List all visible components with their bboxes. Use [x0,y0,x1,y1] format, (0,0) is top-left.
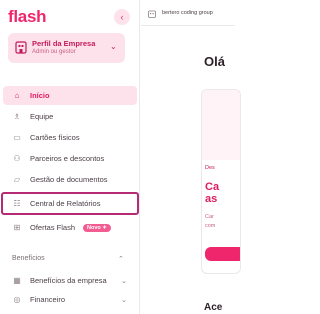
sidebar-item-cartoes-fisicos[interactable]: ▭ Cartões físicos [3,128,137,147]
topbar: bertero coding group [141,0,235,26]
offers-icon: ⊞ [13,223,21,232]
sidebar-item-label: Benefícios da empresa [30,276,107,285]
sidebar-item-label: Cartões físicos [30,133,80,142]
reports-icon: ☷ [13,199,21,208]
chevron-down-icon: ⌄ [110,42,117,51]
section-label-beneficios: Benefícios [12,255,45,262]
card-illustration: ▣ [202,89,240,160]
benefits-icon: ▦ [13,276,21,285]
sidebar-item-gestao-documentos[interactable]: ▱ Gestão de documentos [3,170,137,189]
sidebar-item-parceiros[interactable]: ⚇ Parceiros e descontos [3,149,137,168]
sidebar-item-label: Parceiros e descontos [30,154,105,163]
sidebar-item-beneficios-empresa[interactable]: ▦ Benefícios da empresa ⌄ [3,271,137,290]
sidebar-item-ofertas-flash[interactable]: ⊞ Ofertas Flash Novo ✦ [3,218,137,237]
greeting-title: Olá [204,54,225,69]
profile-title: Perfil da Empresa [32,39,96,48]
sidebar-item-label: Equipe [30,112,54,121]
card-title-line-2: as [205,193,218,205]
company-icon [15,41,27,54]
home-icon: ⌂ [14,91,20,100]
profile-switcher[interactable]: Perfil da Empresa Admin ou gestor ⌄ [8,33,125,63]
card-text-line-1: Car [205,214,214,220]
finance-icon: ◎ [13,295,21,304]
card-text-line-2: com [205,223,216,229]
team-icon: ♗ [13,112,21,121]
sidebar-header: flash ‹ [8,7,132,27]
chevron-up-icon[interactable]: ⌃ [118,255,124,263]
building-icon [148,10,156,18]
partners-icon: ⚇ [13,154,21,163]
card-title-line-1: Ca [205,181,220,193]
sidebar-item-label: Financeiro [30,295,66,304]
sidebar-item-label: Ofertas Flash [30,223,76,232]
card-tag: Des [205,165,215,171]
section-heading: Ace [204,302,223,313]
collapse-sidebar-button[interactable]: ‹ [114,9,130,25]
new-badge: Novo ✦ [83,223,111,232]
flash-logo[interactable]: flash [8,7,46,27]
card-title: Ca as [205,181,219,205]
sidebar-item-label: Central de Relatórios [30,199,101,208]
sidebar-item-inicio[interactable]: ⌂ Início [3,86,137,105]
card-icon: ▭ [13,133,21,142]
sidebar-item-label: Início [30,91,50,100]
profile-subtitle: Admin ou gestor [32,49,76,55]
grid-icon: ▣ [212,89,218,90]
sidebar-item-financeiro[interactable]: ◎ Financeiro ⌄ [3,290,137,309]
folder-icon: ▱ [13,175,21,184]
company-name[interactable]: bertero coding group [162,10,213,16]
sidebar-item-central-relatorios[interactable]: ☷ Central de Relatórios [1,192,139,215]
chevron-down-icon: ⌄ [121,277,127,285]
main-content: bertero coding group Olá ▣ Des Ca as Car… [141,0,241,314]
sidebar: flash ‹ Perfil da Empresa Admin ou gesto… [0,0,140,314]
card-action-button[interactable] [205,247,240,261]
promo-card: ▣ Des Ca as Car com [201,89,241,274]
app-root: flash ‹ Perfil da Empresa Admin ou gesto… [0,0,241,314]
card-text: Car com [205,213,215,231]
sidebar-item-label: Gestão de documentos [30,175,108,184]
sidebar-item-equipe[interactable]: ♗ Equipe [3,107,137,126]
chevron-down-icon: ⌄ [121,296,127,304]
